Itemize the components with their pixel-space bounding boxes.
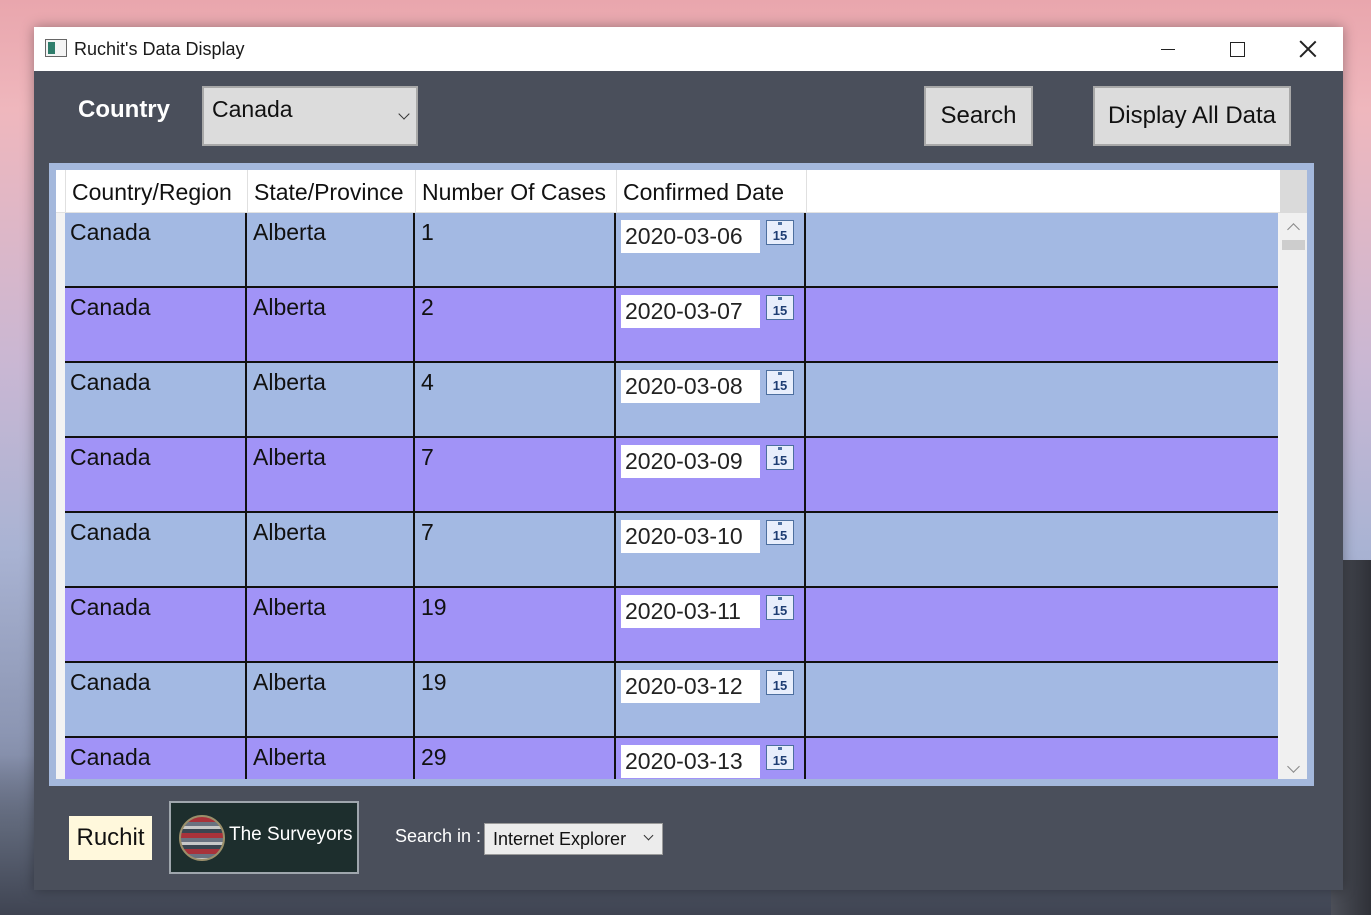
scroll-up-arrow-icon[interactable]: [1287, 223, 1300, 236]
column-header-cases[interactable]: Number Of Cases: [416, 170, 617, 213]
cell-date: 2020-03-10 15: [616, 513, 806, 586]
search-in-label: Search in :: [395, 826, 482, 846]
table-row[interactable]: Canada Alberta 19 2020-03-11 15: [65, 588, 1278, 663]
maximize-icon: [1229, 41, 1245, 57]
cell-province[interactable]: Alberta: [247, 288, 415, 361]
scrollbar-header-cap: [1280, 170, 1307, 213]
chevron-down-icon: [398, 108, 410, 120]
data-grid-viewport[interactable]: Country/Region State/Province Number Of …: [56, 170, 1307, 779]
data-grid: Country/Region State/Province Number Of …: [49, 163, 1314, 786]
country-dropdown-value: Canada: [212, 96, 293, 122]
cell-date: 2020-03-12 15: [616, 663, 806, 736]
table-row[interactable]: Canada Alberta 2 2020-03-07 15: [65, 288, 1278, 363]
cell-date: 2020-03-07 15: [616, 288, 806, 361]
table-row[interactable]: Canada Alberta 4 2020-03-08 15: [65, 363, 1278, 438]
minimize-icon: [1161, 48, 1175, 50]
cell-cases[interactable]: 7: [415, 513, 616, 586]
country-dropdown[interactable]: Canada: [202, 86, 418, 146]
date-picker-input[interactable]: 2020-03-10: [621, 520, 760, 553]
cell-country[interactable]: Canada: [65, 438, 247, 511]
column-header-date[interactable]: Confirmed Date: [617, 170, 807, 213]
scroll-down-arrow-icon[interactable]: [1287, 760, 1300, 773]
surveyors-logo-icon: [179, 815, 225, 861]
cell-province[interactable]: Alberta: [247, 513, 415, 586]
surveyors-button[interactable]: The Surveyors: [169, 801, 359, 874]
calendar-icon[interactable]: 15: [766, 595, 794, 620]
cell-province[interactable]: Alberta: [247, 588, 415, 661]
cell-country[interactable]: Canada: [65, 288, 247, 361]
calendar-icon[interactable]: 15: [766, 520, 794, 545]
calendar-icon[interactable]: 15: [766, 370, 794, 395]
cell-date: 2020-03-06 15: [616, 213, 806, 286]
country-label: Country: [78, 96, 170, 123]
browser-dropdown[interactable]: Internet Explorer: [484, 823, 663, 855]
calendar-icon[interactable]: 15: [766, 220, 794, 245]
app-window: Ruchit's Data Display Country Canada Sea…: [34, 27, 1343, 890]
calendar-icon[interactable]: 15: [766, 445, 794, 470]
app-icon: [45, 39, 67, 57]
date-picker-input[interactable]: 2020-03-08: [621, 370, 760, 403]
cell-country[interactable]: Canada: [65, 588, 247, 661]
calendar-icon[interactable]: 15: [766, 670, 794, 695]
maximize-button[interactable]: [1202, 27, 1272, 71]
cell-cases[interactable]: 2: [415, 288, 616, 361]
row-header-corner: [56, 170, 66, 213]
cell-cases[interactable]: 19: [415, 588, 616, 661]
cell-cases[interactable]: 29: [415, 738, 616, 779]
calendar-icon[interactable]: 15: [766, 295, 794, 320]
date-picker-input[interactable]: 2020-03-09: [621, 445, 760, 478]
cell-date: 2020-03-13 15: [616, 738, 806, 779]
browser-dropdown-value: Internet Explorer: [493, 829, 627, 849]
date-picker-input[interactable]: 2020-03-07: [621, 295, 760, 328]
cell-country[interactable]: Canada: [65, 663, 247, 736]
cell-date: 2020-03-08 15: [616, 363, 806, 436]
minimize-button[interactable]: [1133, 27, 1203, 71]
cell-province[interactable]: Alberta: [247, 213, 415, 286]
date-picker-input[interactable]: 2020-03-11: [621, 595, 760, 628]
cell-cases[interactable]: 4: [415, 363, 616, 436]
cell-province[interactable]: Alberta: [247, 738, 415, 779]
close-icon: [1299, 40, 1317, 58]
cell-cases[interactable]: 19: [415, 663, 616, 736]
window-title: Ruchit's Data Display: [74, 39, 245, 59]
table-row[interactable]: Canada Alberta 19 2020-03-12 15: [65, 663, 1278, 738]
vertical-scrollbar[interactable]: [1280, 170, 1307, 779]
date-picker-input[interactable]: 2020-03-13: [621, 745, 760, 778]
cell-country[interactable]: Canada: [65, 363, 247, 436]
column-header-province[interactable]: State/Province: [248, 170, 416, 213]
close-button[interactable]: [1273, 27, 1343, 71]
title-bar: Ruchit's Data Display: [34, 27, 1343, 71]
grid-header: Country/Region State/Province Number Of …: [56, 170, 1285, 213]
cell-cases[interactable]: 7: [415, 438, 616, 511]
ruchit-button[interactable]: Ruchit: [69, 816, 152, 860]
display-all-data-button[interactable]: Display All Data: [1093, 86, 1291, 146]
chevron-down-icon: [643, 830, 654, 841]
table-row[interactable]: Canada Alberta 7 2020-03-10 15: [65, 513, 1278, 588]
cell-date: 2020-03-11 15: [616, 588, 806, 661]
cell-country[interactable]: Canada: [65, 213, 247, 286]
scrollbar-thumb[interactable]: [1282, 240, 1305, 250]
cell-date: 2020-03-09 15: [616, 438, 806, 511]
surveyors-label: The Surveyors: [229, 824, 353, 845]
cell-province[interactable]: Alberta: [247, 438, 415, 511]
cell-province[interactable]: Alberta: [247, 663, 415, 736]
cell-country[interactable]: Canada: [65, 738, 247, 779]
date-picker-input[interactable]: 2020-03-06: [621, 220, 760, 253]
cell-cases[interactable]: 1: [415, 213, 616, 286]
table-row[interactable]: Canada Alberta 29 2020-03-13 15: [65, 738, 1278, 779]
table-row[interactable]: Canada Alberta 1 2020-03-06 15: [65, 213, 1278, 288]
search-button[interactable]: Search: [924, 86, 1033, 146]
date-picker-input[interactable]: 2020-03-12: [621, 670, 760, 703]
cell-province[interactable]: Alberta: [247, 363, 415, 436]
table-row[interactable]: Canada Alberta 7 2020-03-09 15: [65, 438, 1278, 513]
column-header-country[interactable]: Country/Region: [66, 170, 248, 213]
cell-country[interactable]: Canada: [65, 513, 247, 586]
calendar-icon[interactable]: 15: [766, 745, 794, 770]
